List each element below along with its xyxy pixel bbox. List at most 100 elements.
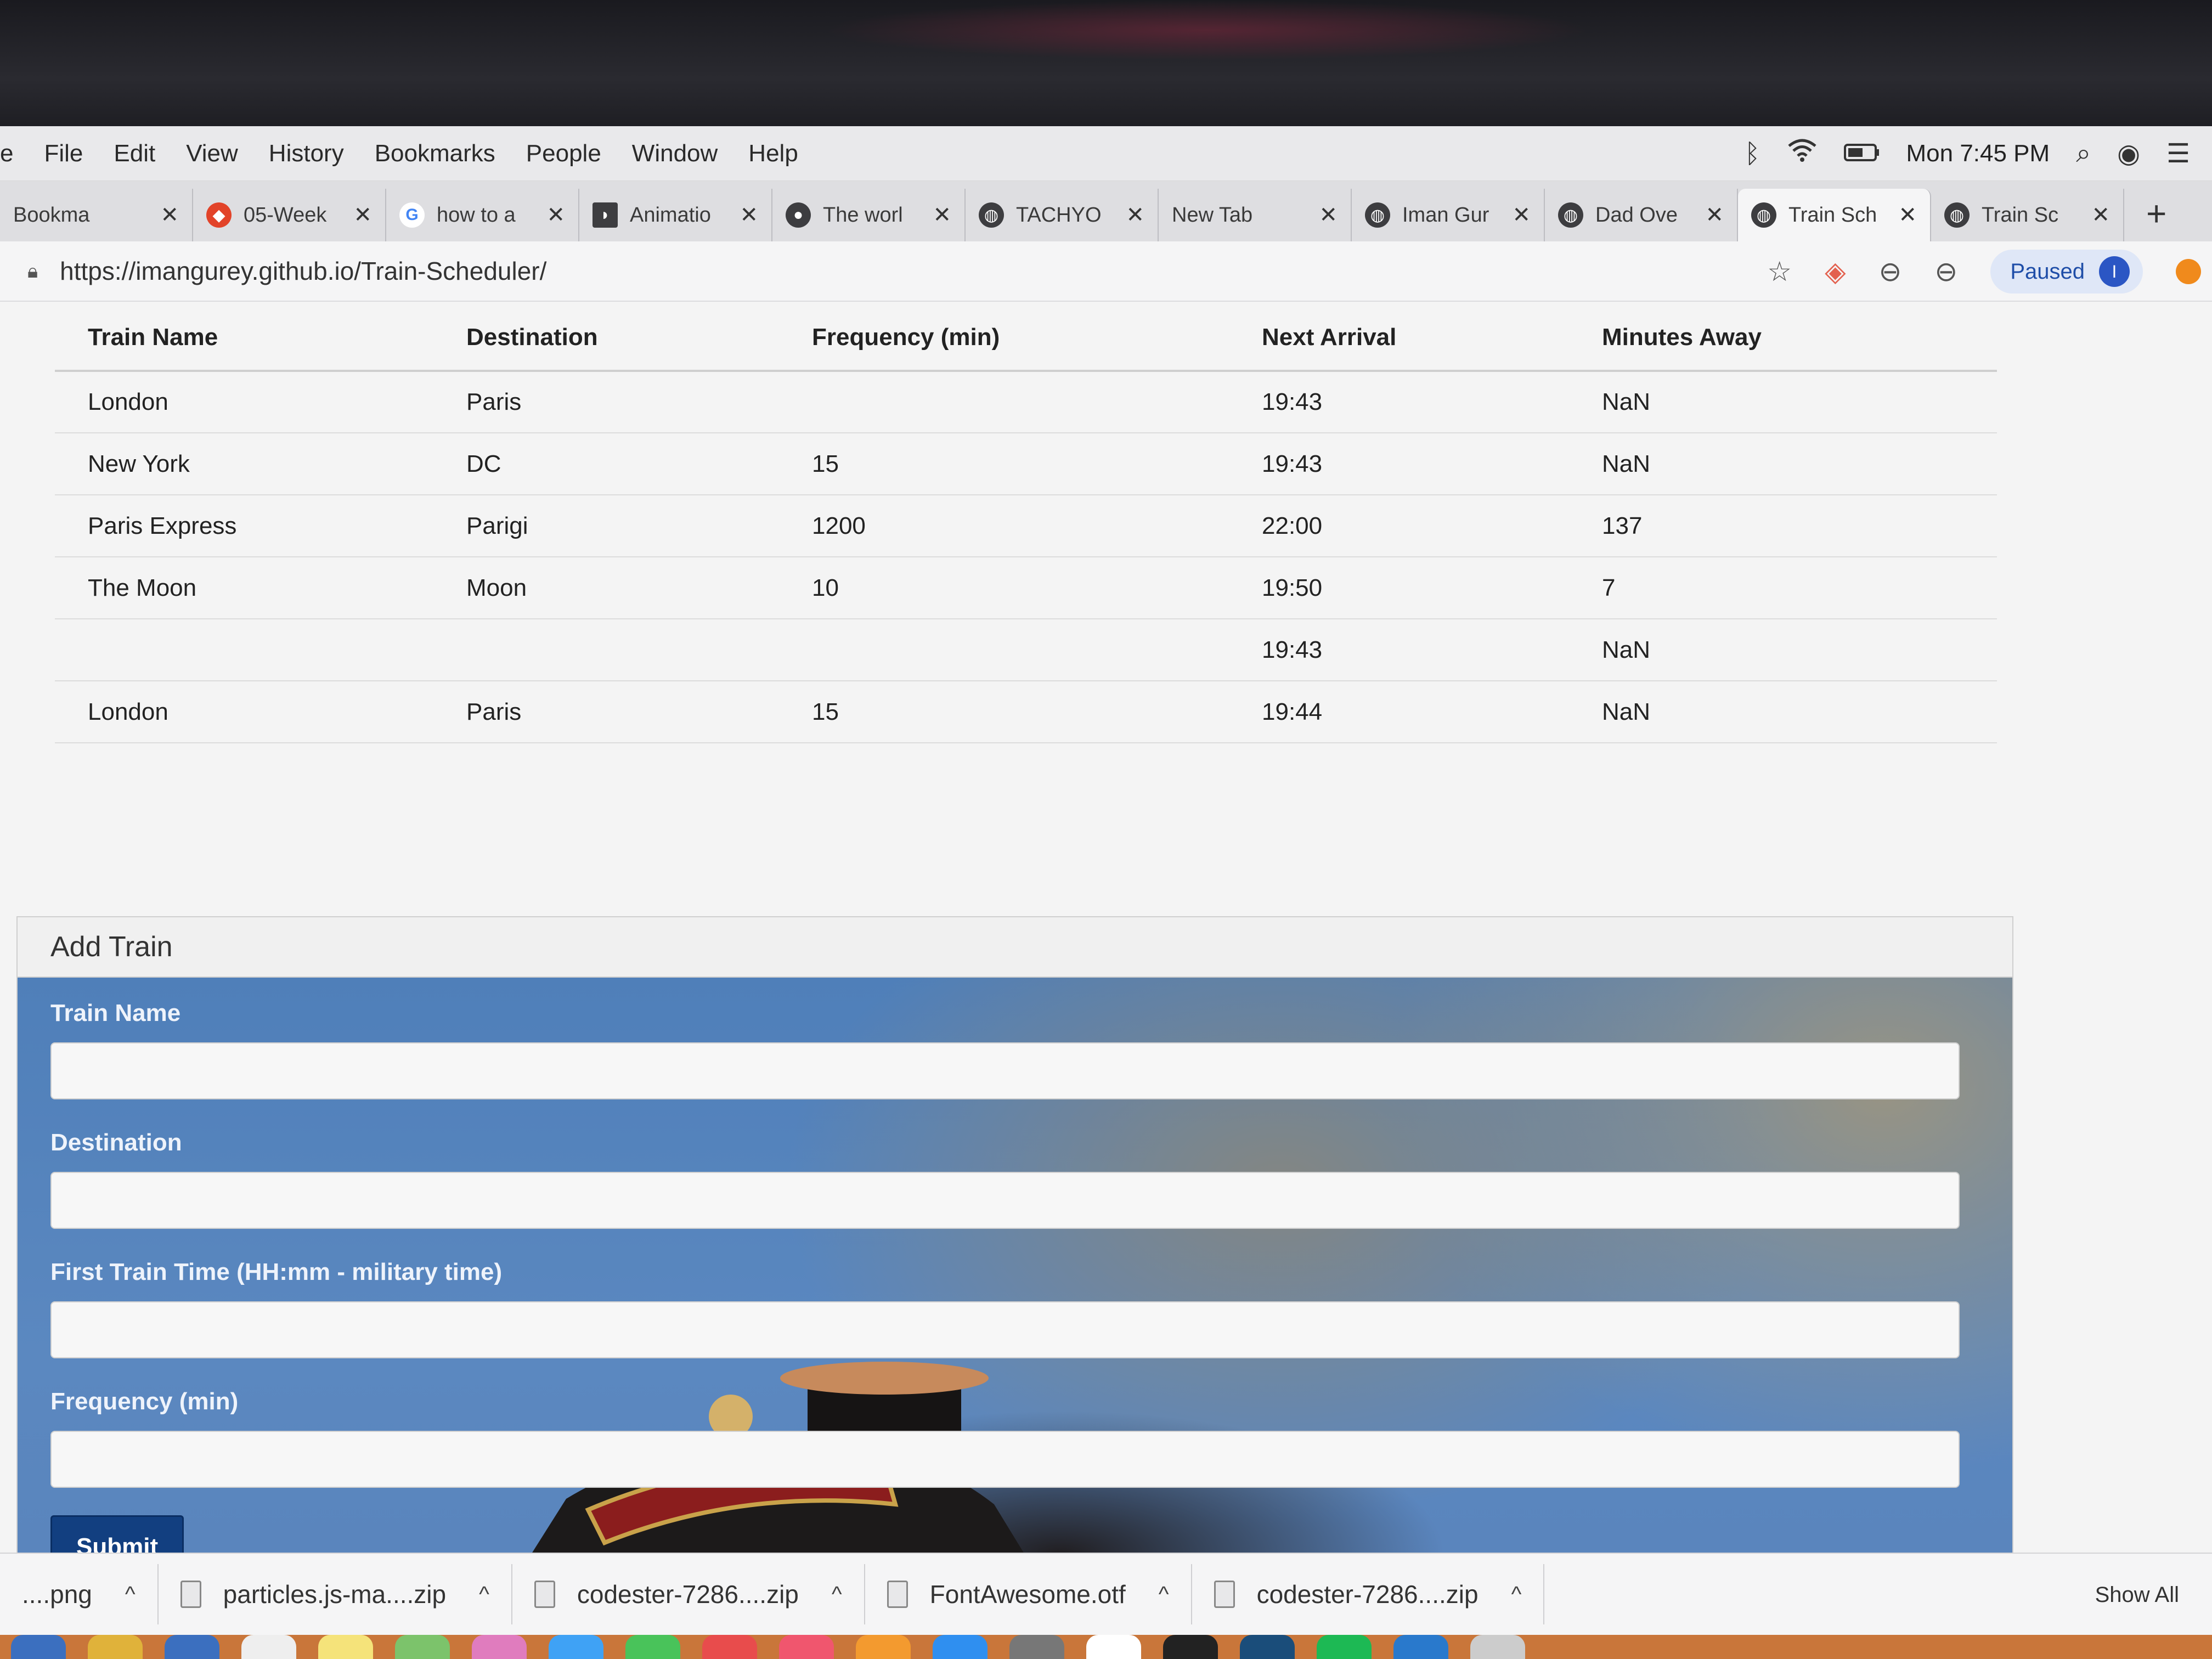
menu-people[interactable]: People	[526, 140, 601, 167]
download-item[interactable]: codester-7286....zip ^	[1192, 1564, 1545, 1624]
mysql-workbench-icon[interactable]	[1240, 1635, 1295, 1659]
extension-icon[interactable]: ⊖	[1879, 256, 1902, 287]
tab-train-scheduler[interactable]: ◍ Train Sc ✕	[1931, 189, 2124, 241]
notification-center-icon[interactable]: ☰	[2166, 138, 2190, 169]
close-icon[interactable]: ✕	[1898, 202, 1917, 228]
clock[interactable]: Mon 7:45 PM	[1906, 140, 2050, 167]
cell-minutes-away: NaN	[1569, 619, 1997, 681]
books-icon[interactable]	[856, 1635, 911, 1659]
close-icon[interactable]: ✕	[1126, 202, 1144, 228]
music-icon[interactable]	[779, 1635, 834, 1659]
cell-frequency: 1200	[779, 495, 1229, 557]
show-all-downloads-button[interactable]: Show All	[2095, 1554, 2179, 1636]
tab-github[interactable]: ● The worl ✕	[772, 189, 966, 241]
menu-help[interactable]: Help	[748, 140, 798, 167]
panel-title: Add Train	[18, 917, 2012, 978]
train-name-input[interactable]	[50, 1042, 1960, 1099]
wifi-icon[interactable]	[1787, 138, 1818, 169]
close-icon[interactable]: ✕	[1705, 202, 1724, 228]
close-icon[interactable]: ✕	[353, 202, 372, 228]
tab-title: Train Sch	[1788, 203, 1877, 227]
chevron-up-icon[interactable]: ^	[832, 1582, 842, 1607]
vscode-icon[interactable]	[1393, 1635, 1448, 1659]
tab-animation[interactable]: ◗ Animatio ✕	[579, 189, 772, 241]
calendar-icon[interactable]	[241, 1635, 296, 1659]
download-item[interactable]: FontAwesome.otf ^	[865, 1564, 1192, 1624]
extension-icon[interactable]: ⊖	[1934, 256, 1957, 287]
extension-icon[interactable]: ◈	[1825, 256, 1846, 287]
slack-icon[interactable]	[1086, 1635, 1141, 1659]
bezel-reflection	[823, 0, 1591, 60]
extension-icon[interactable]	[2176, 259, 2201, 284]
frequency-group: Frequency (min)	[50, 1388, 1960, 1488]
tab-dad-over[interactable]: ◍ Dad Ove ✕	[1545, 189, 1738, 241]
photos-icon[interactable]	[472, 1635, 527, 1659]
tab-tachyons[interactable]: ◍ TACHYO ✕	[966, 189, 1159, 241]
close-icon[interactable]: ✕	[2091, 202, 2110, 228]
lock-icon[interactable]: 🔒︎	[27, 259, 38, 283]
spotify-icon[interactable]	[1317, 1635, 1372, 1659]
menu-window[interactable]: Window	[632, 140, 718, 167]
url-field[interactable]: https://imangurey.github.io/Train-Schedu…	[60, 256, 546, 286]
menu-file[interactable]: File	[44, 140, 83, 167]
download-item[interactable]: ....png ^	[0, 1564, 159, 1624]
chevron-up-icon[interactable]: ^	[1511, 1582, 1522, 1607]
messages-icon[interactable]	[549, 1635, 603, 1659]
preview-icon[interactable]	[165, 1635, 219, 1659]
download-item[interactable]: particles.js-ma....zip ^	[159, 1564, 512, 1624]
tab-train-scheduler-active[interactable]: ◍ Train Sch ✕	[1738, 189, 1931, 241]
tab-05-week[interactable]: ◆ 05-Week ✕	[193, 189, 386, 241]
zip-file-icon	[534, 1581, 555, 1608]
close-icon[interactable]: ✕	[933, 202, 951, 228]
tab-iman-gurey[interactable]: ◍ Iman Gur ✕	[1352, 189, 1545, 241]
column-header: Frequency (min)	[779, 307, 1229, 372]
column-header: Next Arrival	[1229, 307, 1569, 372]
tab-google-search[interactable]: G how to a ✕	[386, 189, 579, 241]
font-file-icon	[887, 1581, 908, 1608]
close-icon[interactable]: ✕	[546, 202, 565, 228]
table-header-row: Train Name Destination Frequency (min) N…	[55, 307, 1997, 372]
chevron-up-icon[interactable]: ^	[479, 1582, 489, 1607]
menu-view[interactable]: View	[186, 140, 238, 167]
chrome-icon[interactable]	[88, 1635, 143, 1659]
safari-icon[interactable]	[11, 1635, 66, 1659]
notes-icon[interactable]	[318, 1635, 373, 1659]
close-icon[interactable]: ✕	[1512, 202, 1531, 228]
tab-title: Train Sc	[1982, 203, 2059, 227]
close-icon[interactable]: ✕	[740, 202, 758, 228]
system-preferences-icon[interactable]	[1009, 1635, 1064, 1659]
bluetooth-icon[interactable]: ᛒ	[1745, 139, 1760, 169]
tab-bookmarks[interactable]: Bookma ✕	[0, 189, 193, 241]
menu-app[interactable]: e	[0, 140, 13, 167]
column-header: Destination	[433, 307, 779, 372]
facetime-icon[interactable]	[625, 1635, 680, 1659]
terminal-icon[interactable]	[1163, 1635, 1218, 1659]
tab-new-tab[interactable]: New Tab ✕	[1159, 189, 1352, 241]
menu-history[interactable]: History	[269, 140, 344, 167]
close-icon[interactable]: ✕	[1319, 202, 1338, 228]
new-tab-button[interactable]: +	[2146, 193, 2166, 234]
maps-icon[interactable]	[395, 1635, 450, 1659]
chevron-up-icon[interactable]: ^	[125, 1582, 136, 1607]
tab-title: 05-Week	[244, 203, 327, 227]
trash-icon[interactable]	[1470, 1635, 1525, 1659]
close-icon[interactable]: ✕	[160, 202, 179, 228]
profile-paused-button[interactable]: Paused I	[1990, 250, 2143, 294]
cell-next-arrival: 19:44	[1229, 681, 1569, 743]
chevron-up-icon[interactable]: ^	[1159, 1582, 1169, 1607]
siri-icon[interactable]: ◉	[2117, 138, 2140, 169]
menu-bookmarks[interactable]: Bookmarks	[375, 140, 495, 167]
battery-icon[interactable]	[1843, 139, 1880, 169]
bookmark-star-icon[interactable]: ☆	[1767, 256, 1792, 287]
frequency-input[interactable]	[50, 1431, 1960, 1488]
news-icon[interactable]	[702, 1635, 757, 1659]
download-item[interactable]: codester-7286....zip ^	[512, 1564, 865, 1624]
app-store-icon[interactable]	[933, 1635, 988, 1659]
menu-edit[interactable]: Edit	[114, 140, 155, 167]
download-filename: ....png	[22, 1580, 92, 1609]
destination-input[interactable]	[50, 1172, 1960, 1229]
first-train-time-input[interactable]	[50, 1301, 1960, 1358]
cell-next-arrival: 19:43	[1229, 433, 1569, 495]
cell-train-name	[55, 619, 433, 681]
spotlight-search-icon[interactable]: ⌕	[2076, 138, 2091, 169]
